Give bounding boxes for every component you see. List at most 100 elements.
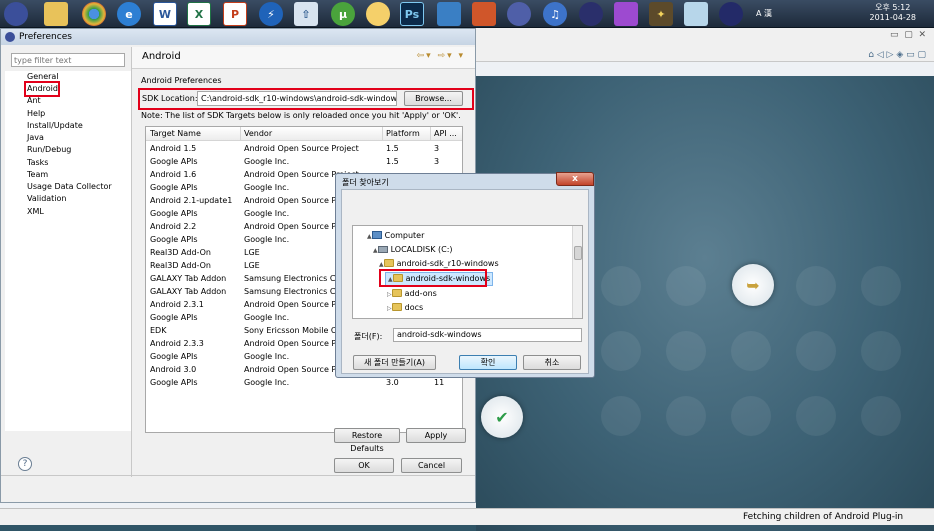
expander-icon[interactable]: ▷ xyxy=(387,305,392,312)
magic-wand-icon[interactable]: ✦ xyxy=(649,2,673,26)
monitor-icon[interactable] xyxy=(437,2,461,26)
folder-icon xyxy=(383,259,394,267)
apply-button[interactable]: Apply xyxy=(406,428,466,443)
clock-date: 2011-04-28 xyxy=(869,13,917,22)
browse-cancel-button[interactable]: 취소 xyxy=(523,355,581,370)
table-cell: Android 2.1-update1 xyxy=(150,196,233,205)
word-icon[interactable]: W xyxy=(153,2,177,26)
column-vendor[interactable]: Vendor xyxy=(244,129,272,138)
app-icon[interactable] xyxy=(614,2,638,26)
expander-icon[interactable]: ▲ xyxy=(379,261,384,268)
confirm-button[interactable]: 확인 xyxy=(459,355,517,370)
welcome-dot xyxy=(796,331,836,371)
excel-icon[interactable]: X xyxy=(187,2,211,26)
filter-input[interactable] xyxy=(11,53,125,67)
eclipse-planet-icon[interactable] xyxy=(579,2,603,26)
table-cell: Android 2.3.3 xyxy=(150,339,204,348)
flash-icon[interactable]: ⚡ xyxy=(259,2,283,26)
itunes-icon[interactable]: ♫ xyxy=(543,2,567,26)
upload-icon[interactable]: ⇧ xyxy=(294,2,318,26)
table-cell: Real3D Add-On xyxy=(150,261,212,270)
tree-item-add-ons[interactable]: ▷ add-ons xyxy=(387,288,437,300)
tree-item-java[interactable]: Java xyxy=(27,132,44,143)
computer-icon xyxy=(371,231,382,239)
tree-item-computer[interactable]: ▲ Computer xyxy=(367,230,424,242)
tree-item-xml[interactable]: XML xyxy=(27,206,44,217)
tree-item-tasks[interactable]: Tasks xyxy=(27,157,48,168)
messenger-icon[interactable] xyxy=(366,2,390,26)
photoshop-icon[interactable]: Ps xyxy=(400,2,424,26)
system-tray: A 漢 오후 5:12 2011-04-28 xyxy=(756,0,934,28)
dialog-divider xyxy=(1,475,475,476)
window-controls[interactable]: ▭ ▢ ✕ xyxy=(890,30,926,40)
welcome-dot xyxy=(666,396,706,436)
table-cell: Android 1.5 xyxy=(150,144,197,153)
help-icon[interactable]: ? xyxy=(18,457,32,471)
clock-time: 오후 5:12 xyxy=(875,3,911,12)
tree-item-team[interactable]: Team xyxy=(27,169,48,180)
table-cell: GALAXY Tab Addon xyxy=(150,274,227,283)
table-cell: Android 3.0 xyxy=(150,365,197,374)
drive-icon xyxy=(377,246,388,253)
table-row[interactable]: Google APIs Google Inc. 1.5 3 xyxy=(146,155,462,168)
folder-name-input[interactable]: android-sdk-windows xyxy=(393,328,582,342)
ie-icon[interactable]: e xyxy=(117,2,141,26)
tree-item-localdisk[interactable]: ▲ LOCALDISK (C:) xyxy=(373,244,453,256)
table-cell: Real3D Add-On xyxy=(150,248,212,257)
page-title: Android xyxy=(142,51,181,62)
welcome-dot xyxy=(861,266,901,306)
eclipse-icon[interactable] xyxy=(4,2,28,26)
welcome-dot xyxy=(666,331,706,371)
new-folder-button[interactable]: 새 폴더 만들기(A) xyxy=(353,355,436,370)
workbench-icon[interactable]: ➥ xyxy=(732,264,774,306)
samples-icon[interactable]: ✔ xyxy=(481,396,523,438)
table-row[interactable]: Android 1.5 Android Open Source Project 1.… xyxy=(146,142,462,155)
chrome-icon[interactable] xyxy=(82,2,106,26)
preferences-title-bar[interactable]: Preferences xyxy=(1,29,475,45)
column-api[interactable]: API ... xyxy=(434,129,457,138)
welcome-dot xyxy=(796,396,836,436)
scrollbar-thumb[interactable] xyxy=(574,246,582,260)
welcome-dot xyxy=(601,396,641,436)
tree-divider xyxy=(131,47,132,477)
welcome-dot xyxy=(861,331,901,371)
android-highlight-box xyxy=(24,81,60,97)
cancel-button[interactable]: Cancel xyxy=(401,458,462,473)
column-divider xyxy=(382,127,383,141)
column-platform[interactable]: Platform xyxy=(386,129,420,138)
notepad-icon[interactable] xyxy=(684,2,708,26)
table-cell: Google APIs xyxy=(150,378,198,387)
disc-icon[interactable] xyxy=(507,2,531,26)
tree-item-help[interactable]: Help xyxy=(27,108,45,119)
tree-item-usage-data-collector[interactable]: Usage Data Collector xyxy=(27,181,112,192)
close-icon[interactable]: x xyxy=(556,172,594,186)
welcome-dot xyxy=(601,266,641,306)
android-preferences-label: Android Preferences xyxy=(141,76,222,85)
table-header: Target Name Vendor Platform API ... xyxy=(146,127,462,141)
table-cell: Android Open Source Project xyxy=(244,144,359,153)
folder-icon xyxy=(391,303,402,311)
table-cell: GALAXY Tab Addon xyxy=(150,287,227,296)
file-manager-icon[interactable] xyxy=(44,2,68,26)
column-target-name[interactable]: Target Name xyxy=(150,129,201,138)
matlab-icon[interactable] xyxy=(472,2,496,26)
restore-defaults-button[interactable]: Restore Defaults xyxy=(334,428,400,453)
table-cell: Android 2.3.1 xyxy=(150,300,204,309)
welcome-dot xyxy=(731,396,771,436)
eclipse-dark-icon[interactable] xyxy=(719,2,743,26)
tree-item-install-update[interactable]: Install/Update xyxy=(27,120,83,131)
ime-indicator[interactable]: A 漢 xyxy=(756,8,772,19)
preferences-title: Preferences xyxy=(19,32,72,42)
ok-button[interactable]: OK xyxy=(334,458,394,473)
clock[interactable]: 오후 5:12 2011-04-28 xyxy=(870,3,917,23)
scrollbar[interactable] xyxy=(572,226,582,318)
utorrent-icon[interactable]: µ xyxy=(331,2,355,26)
sdk-note: Note: The list of SDK Targets below is o… xyxy=(141,111,461,120)
history-nav-icon[interactable]: ⇦▾ ⇨▾ ▾ xyxy=(417,51,465,61)
powerpoint-icon[interactable]: P xyxy=(223,2,247,26)
expander-icon[interactable]: ▷ xyxy=(387,291,392,298)
tree-item-docs[interactable]: ▷ docs xyxy=(387,302,423,314)
tree-item-run-debug[interactable]: Run/Debug xyxy=(27,144,71,155)
welcome-toolbar[interactable]: ⌂ ◁ ▷ ◈ ▭ ▢ xyxy=(868,50,926,60)
tree-item-validation[interactable]: Validation xyxy=(27,193,67,204)
